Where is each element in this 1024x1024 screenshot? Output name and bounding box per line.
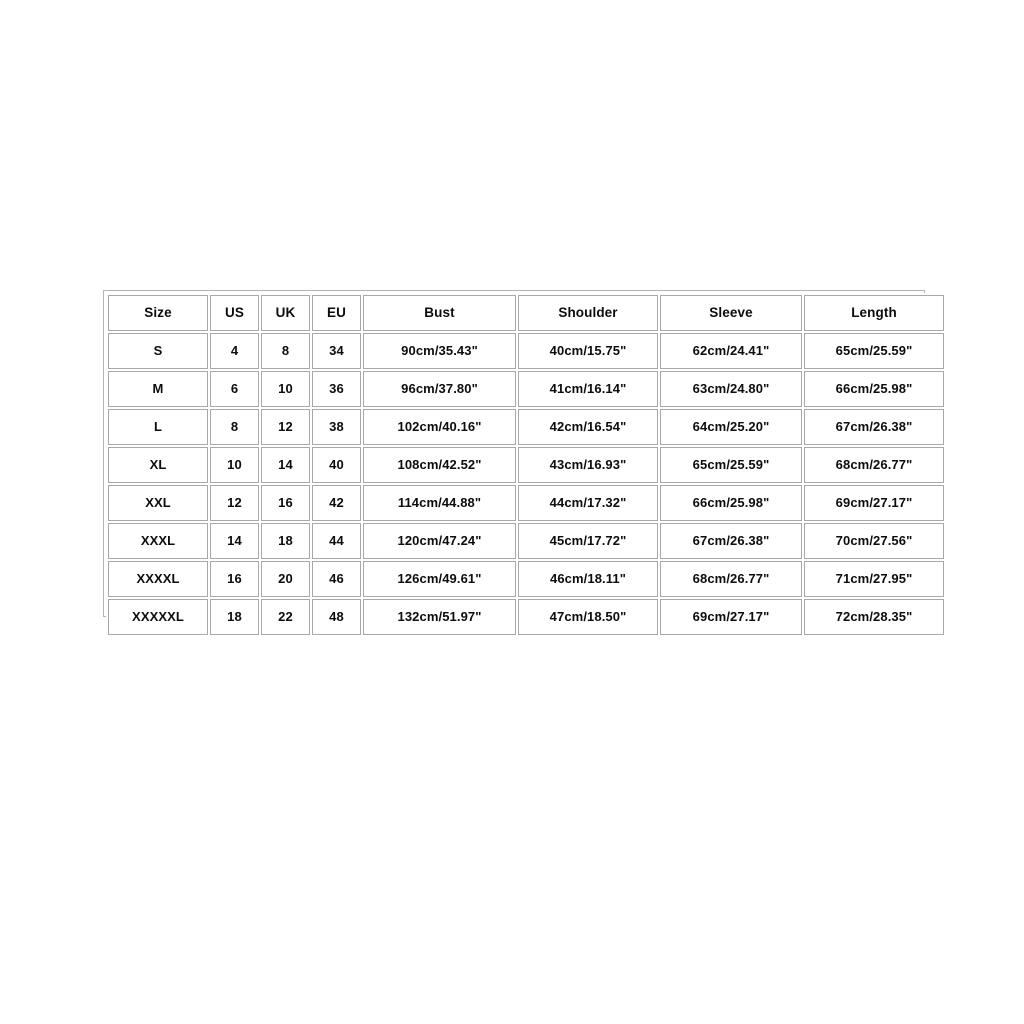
cell-uk: 22 [261, 599, 310, 635]
cell-sleeve: 69cm/27.17" [660, 599, 802, 635]
cell-length: 72cm/28.35" [804, 599, 944, 635]
cell-eu: 42 [312, 485, 361, 521]
size-chart-header: Size US UK EU Bust Shoulder Sleeve Lengt… [108, 295, 944, 331]
cell-shoulder: 45cm/17.72" [518, 523, 658, 559]
table-row: M 6 10 36 96cm/37.80" 41cm/16.14" 63cm/2… [108, 371, 944, 407]
column-header-eu: EU [312, 295, 361, 331]
cell-sleeve: 63cm/24.80" [660, 371, 802, 407]
cell-eu: 44 [312, 523, 361, 559]
cell-length: 70cm/27.56" [804, 523, 944, 559]
size-chart-table: Size US UK EU Bust Shoulder Sleeve Lengt… [106, 293, 946, 637]
table-row: S 4 8 34 90cm/35.43" 40cm/15.75" 62cm/24… [108, 333, 944, 369]
cell-length: 67cm/26.38" [804, 409, 944, 445]
cell-size: L [108, 409, 208, 445]
cell-shoulder: 42cm/16.54" [518, 409, 658, 445]
cell-size: M [108, 371, 208, 407]
cell-uk: 12 [261, 409, 310, 445]
cell-us: 14 [210, 523, 259, 559]
cell-size: S [108, 333, 208, 369]
cell-length: 65cm/25.59" [804, 333, 944, 369]
cell-bust: 90cm/35.43" [363, 333, 516, 369]
table-header-row: Size US UK EU Bust Shoulder Sleeve Lengt… [108, 295, 944, 331]
cell-uk: 16 [261, 485, 310, 521]
table-row: XXXXL 16 20 46 126cm/49.61" 46cm/18.11" … [108, 561, 944, 597]
column-header-uk: UK [261, 295, 310, 331]
size-chart-body: S 4 8 34 90cm/35.43" 40cm/15.75" 62cm/24… [108, 333, 944, 635]
cell-length: 71cm/27.95" [804, 561, 944, 597]
cell-length: 66cm/25.98" [804, 371, 944, 407]
cell-us: 18 [210, 599, 259, 635]
table-row: L 8 12 38 102cm/40.16" 42cm/16.54" 64cm/… [108, 409, 944, 445]
cell-eu: 38 [312, 409, 361, 445]
cell-sleeve: 62cm/24.41" [660, 333, 802, 369]
table-row: XXL 12 16 42 114cm/44.88" 44cm/17.32" 66… [108, 485, 944, 521]
cell-eu: 36 [312, 371, 361, 407]
column-header-us: US [210, 295, 259, 331]
cell-shoulder: 41cm/16.14" [518, 371, 658, 407]
cell-shoulder: 43cm/16.93" [518, 447, 658, 483]
cell-shoulder: 44cm/17.32" [518, 485, 658, 521]
cell-bust: 102cm/40.16" [363, 409, 516, 445]
cell-sleeve: 65cm/25.59" [660, 447, 802, 483]
cell-eu: 48 [312, 599, 361, 635]
table-row: XXXXXL 18 22 48 132cm/51.97" 47cm/18.50"… [108, 599, 944, 635]
cell-us: 4 [210, 333, 259, 369]
cell-eu: 34 [312, 333, 361, 369]
cell-uk: 10 [261, 371, 310, 407]
cell-shoulder: 47cm/18.50" [518, 599, 658, 635]
cell-sleeve: 66cm/25.98" [660, 485, 802, 521]
cell-length: 69cm/27.17" [804, 485, 944, 521]
cell-size: XXXL [108, 523, 208, 559]
cell-shoulder: 40cm/15.75" [518, 333, 658, 369]
cell-bust: 120cm/47.24" [363, 523, 516, 559]
cell-size: XXXXL [108, 561, 208, 597]
cell-eu: 40 [312, 447, 361, 483]
cell-us: 6 [210, 371, 259, 407]
cell-sleeve: 64cm/25.20" [660, 409, 802, 445]
page-canvas: Size US UK EU Bust Shoulder Sleeve Lengt… [0, 0, 1024, 1024]
cell-size: XXXXXL [108, 599, 208, 635]
cell-us: 12 [210, 485, 259, 521]
cell-us: 8 [210, 409, 259, 445]
cell-sleeve: 68cm/26.77" [660, 561, 802, 597]
column-header-bust: Bust [363, 295, 516, 331]
cell-size: XXL [108, 485, 208, 521]
cell-shoulder: 46cm/18.11" [518, 561, 658, 597]
cell-eu: 46 [312, 561, 361, 597]
cell-bust: 132cm/51.97" [363, 599, 516, 635]
cell-sleeve: 67cm/26.38" [660, 523, 802, 559]
size-chart-container: Size US UK EU Bust Shoulder Sleeve Lengt… [103, 290, 946, 637]
cell-bust: 108cm/42.52" [363, 447, 516, 483]
cell-us: 16 [210, 561, 259, 597]
cell-bust: 126cm/49.61" [363, 561, 516, 597]
column-header-sleeve: Sleeve [660, 295, 802, 331]
column-header-length: Length [804, 295, 944, 331]
table-row: XXXL 14 18 44 120cm/47.24" 45cm/17.72" 6… [108, 523, 944, 559]
cell-bust: 114cm/44.88" [363, 485, 516, 521]
cell-length: 68cm/26.77" [804, 447, 944, 483]
column-header-shoulder: Shoulder [518, 295, 658, 331]
cell-size: XL [108, 447, 208, 483]
cell-uk: 8 [261, 333, 310, 369]
cell-uk: 20 [261, 561, 310, 597]
cell-us: 10 [210, 447, 259, 483]
cell-uk: 14 [261, 447, 310, 483]
column-header-size: Size [108, 295, 208, 331]
cell-uk: 18 [261, 523, 310, 559]
cell-bust: 96cm/37.80" [363, 371, 516, 407]
table-row: XL 10 14 40 108cm/42.52" 43cm/16.93" 65c… [108, 447, 944, 483]
